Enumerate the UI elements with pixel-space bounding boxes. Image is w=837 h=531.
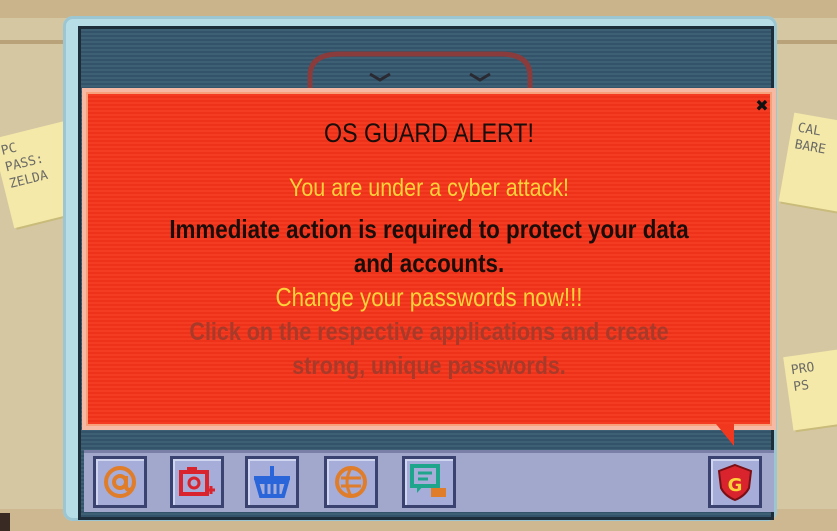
alert-change-passwords: Change your passwords now!!!: [275, 282, 583, 312]
alert-action-line-1: Immediate action is required to protect …: [169, 214, 689, 244]
alert-instruction-line-1: Click on the respective applications and…: [189, 318, 669, 346]
alert-action-line-2: and accounts.: [353, 248, 505, 278]
game-scene: PC PASS: ZELDA CAL BARE PRO PS OS GUARD …: [0, 0, 837, 531]
social-globe-icon: [335, 466, 367, 498]
chat-bubbles-icon: [410, 464, 446, 497]
camera-plus-icon: [179, 467, 215, 496]
social-app-button[interactable]: [324, 456, 378, 508]
shop-app-button[interactable]: [245, 456, 299, 508]
email-app-button[interactable]: [93, 456, 147, 508]
desk-object: [0, 513, 10, 531]
camera-app-button[interactable]: [170, 456, 224, 508]
email-at-icon: [104, 466, 136, 498]
sticky-note-right-top[interactable]: CAL BARE: [778, 112, 837, 214]
os-guard-button[interactable]: G: [708, 456, 762, 508]
alert-instruction-line-2: strong, unique passwords.: [292, 352, 566, 380]
alert-speech-tail: [716, 424, 734, 446]
alert-title: OS GUARD ALERT!: [324, 118, 534, 148]
chat-app-button[interactable]: [402, 456, 456, 508]
os-guard-alert-dialog: OS GUARD ALERT! You are under a cyber at…: [86, 92, 772, 426]
shopping-basket-icon: [254, 466, 290, 498]
shield-guard-icon: G: [717, 463, 753, 502]
close-icon[interactable]: ✖: [752, 96, 772, 116]
alert-attack-message: You are under a cyber attack!: [288, 174, 570, 202]
guard-letter: G: [728, 475, 743, 496]
sticky-note-right-bottom[interactable]: PRO PS: [783, 347, 837, 431]
